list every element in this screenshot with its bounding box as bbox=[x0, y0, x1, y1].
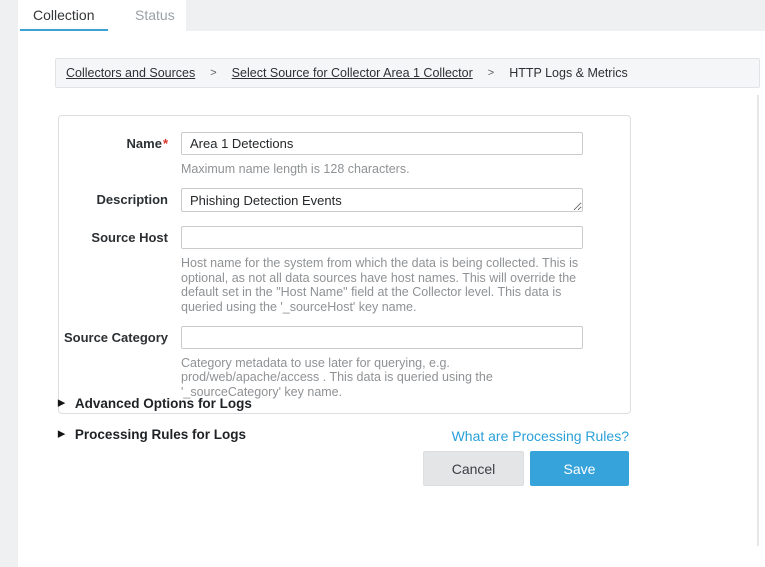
cancel-button[interactable]: Cancel bbox=[423, 451, 524, 486]
tab-strip: Collection Status bbox=[18, 0, 186, 31]
breadcrumb-link-collectors-and-sources[interactable]: Collectors and Sources bbox=[66, 66, 195, 80]
required-asterisk: * bbox=[163, 136, 168, 151]
collapsed-arrow-icon: ▶ bbox=[58, 398, 65, 409]
name-row: Name* Maximum name length is 128 charact… bbox=[59, 132, 630, 188]
breadcrumb-current-page: HTTP Logs & Metrics bbox=[509, 66, 628, 80]
name-helper-text: Maximum name length is 128 characters. bbox=[181, 162, 583, 176]
breadcrumb: Collectors and Sources > Select Source f… bbox=[55, 58, 760, 88]
source-host-label: Source Host bbox=[59, 226, 168, 326]
tab-collection[interactable]: Collection bbox=[33, 7, 94, 23]
advanced-options-toggle[interactable]: ▶ Advanced Options for Logs bbox=[58, 396, 252, 411]
processing-rules-toggle[interactable]: ▶ Processing Rules for Logs bbox=[58, 427, 246, 442]
action-buttons: Cancel Save bbox=[423, 451, 629, 486]
source-category-label: Source Category bbox=[59, 326, 168, 399]
description-textarea[interactable]: Phishing Detection Events bbox=[181, 188, 583, 212]
source-category-helper-text: Category metadata to use later for query… bbox=[181, 356, 583, 399]
name-input[interactable] bbox=[181, 132, 583, 155]
breadcrumb-separator-icon: > bbox=[488, 67, 494, 79]
name-label-text: Name bbox=[127, 136, 162, 151]
source-category-input[interactable] bbox=[181, 326, 583, 349]
tab-status[interactable]: Status bbox=[135, 7, 175, 23]
source-host-input[interactable] bbox=[181, 226, 583, 249]
source-host-helper-text: Host name for the system from which the … bbox=[181, 256, 583, 314]
top-tab-bar: Collection Status bbox=[0, 0, 765, 31]
collapsed-arrow-icon: ▶ bbox=[58, 429, 65, 440]
breadcrumb-link-select-source[interactable]: Select Source for Collector Area 1 Colle… bbox=[232, 66, 473, 80]
description-row: Description Phishing Detection Events bbox=[59, 188, 630, 226]
source-category-row: Source Category Category metadata to use… bbox=[59, 326, 630, 399]
breadcrumb-separator-icon: > bbox=[210, 67, 216, 79]
description-label: Description bbox=[59, 188, 168, 226]
advanced-options-label: Advanced Options for Logs bbox=[75, 396, 252, 411]
save-button[interactable]: Save bbox=[530, 451, 629, 486]
name-label: Name* bbox=[59, 132, 168, 188]
what-are-processing-rules-link[interactable]: What are Processing Rules? bbox=[452, 428, 629, 444]
source-config-panel: Name* Maximum name length is 128 charact… bbox=[58, 115, 631, 414]
content-area: Collectors and Sources > Select Source f… bbox=[18, 31, 765, 567]
processing-rules-label: Processing Rules for Logs bbox=[75, 427, 246, 442]
source-host-row: Source Host Host name for the system fro… bbox=[59, 226, 630, 326]
vertical-scrollbar[interactable] bbox=[757, 95, 759, 546]
